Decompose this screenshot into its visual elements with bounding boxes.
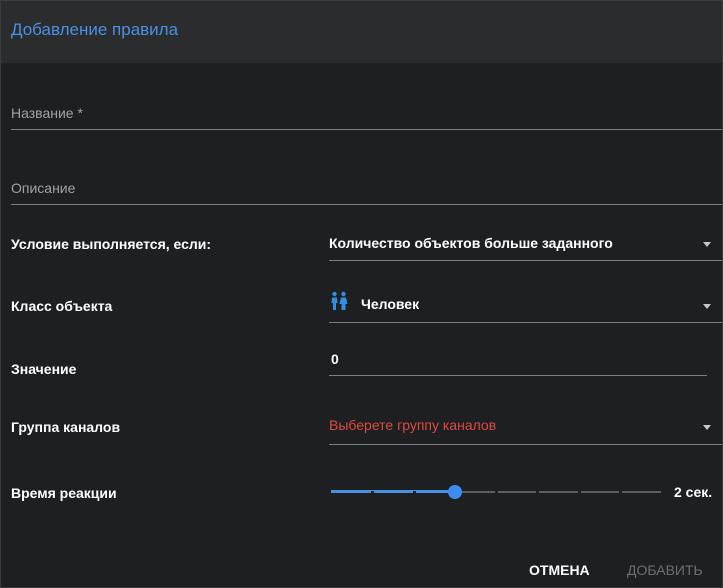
people-icon bbox=[331, 291, 348, 310]
chevron-down-icon bbox=[703, 425, 711, 430]
slider-tick bbox=[495, 491, 498, 493]
condition-label: Условие выполняется, если: bbox=[11, 236, 212, 252]
channel-group-placeholder: Выберете группу каналов bbox=[329, 417, 497, 433]
reaction-time-value: 2 сек. bbox=[674, 484, 713, 500]
dialog-header: Добавление правила bbox=[1, 1, 722, 63]
cancel-button[interactable]: ОТМЕНА bbox=[529, 562, 590, 578]
add-button[interactable]: ДОБАВИТЬ bbox=[627, 562, 703, 578]
value-input-text: 0 bbox=[331, 351, 339, 367]
object-class-label: Класс объекта bbox=[11, 298, 113, 314]
add-rule-dialog: Добавление правила Название * Описание У… bbox=[0, 0, 723, 588]
value-input[interactable]: 0 bbox=[329, 347, 707, 377]
slider-tick bbox=[536, 491, 539, 493]
slider-tick bbox=[619, 491, 622, 493]
object-class-select[interactable]: Человек bbox=[329, 291, 722, 323]
slider-thumb[interactable] bbox=[448, 485, 462, 499]
channel-group-select-underline bbox=[329, 444, 722, 445]
name-field[interactable]: Название * bbox=[11, 101, 722, 131]
condition-select-underline bbox=[329, 260, 722, 261]
dialog-title: Добавление правила bbox=[11, 20, 179, 39]
slider-tick bbox=[371, 491, 374, 493]
description-field-underline bbox=[11, 204, 722, 205]
description-field-label: Описание bbox=[11, 180, 76, 196]
reaction-time-slider[interactable] bbox=[331, 481, 661, 503]
name-field-underline bbox=[11, 129, 722, 130]
condition-select-value: Количество объектов больше заданного bbox=[329, 235, 613, 251]
chevron-down-icon bbox=[703, 304, 711, 309]
object-class-select-value: Человек bbox=[361, 296, 420, 312]
reaction-time-label: Время реакции bbox=[11, 485, 117, 501]
description-field[interactable]: Описание bbox=[11, 176, 722, 206]
slider-tick bbox=[578, 491, 581, 493]
value-label: Значение bbox=[11, 361, 77, 377]
channel-group-label: Группа каналов bbox=[11, 419, 121, 435]
value-input-underline bbox=[329, 375, 707, 376]
name-field-label: Название * bbox=[11, 105, 83, 121]
slider-fill bbox=[331, 490, 455, 493]
channel-group-select[interactable]: Выберете группу каналов bbox=[329, 413, 722, 445]
chevron-down-icon bbox=[703, 242, 711, 247]
condition-select[interactable]: Количество объектов больше заданного bbox=[329, 231, 722, 261]
slider-tick bbox=[413, 491, 416, 493]
object-class-select-underline bbox=[329, 322, 722, 323]
